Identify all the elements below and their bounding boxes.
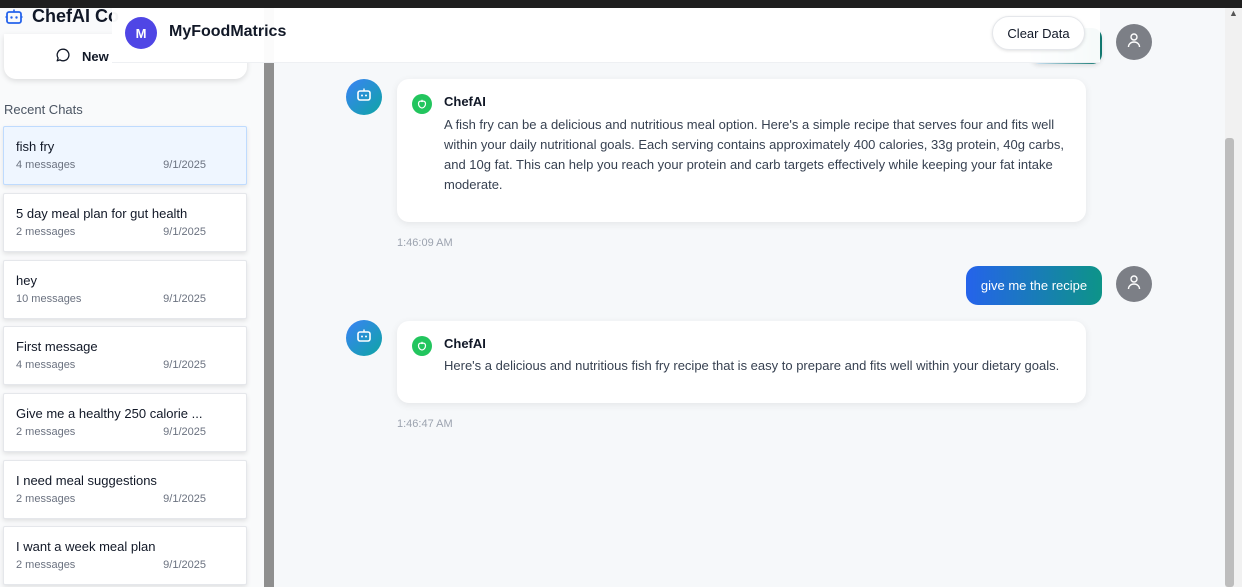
header: M MyFoodMatrics [112,8,1100,63]
user-message: give me the recipe [966,266,1102,305]
chat-item-fish-fry[interactable]: fish fry 4 messages 9/1/2025 [3,126,247,185]
scrollbar-thumb[interactable] [1225,138,1234,587]
chat-count: 2 messages [16,226,76,238]
user-avatar [1116,266,1152,302]
assistant-message-text: A fish fry can be a delicious and nutrit… [444,117,1065,192]
assistant-avatar [346,320,382,356]
chat-title: hey [16,273,37,288]
chat-item-hey[interactable]: hey 10 messages 9/1/2025 [3,260,247,319]
chat-item-meal-plan-gut[interactable]: 5 day meal plan for gut health 2 message… [3,193,247,252]
sidebar-title: ChefAI Co [4,8,119,27]
chat-date: 9/1/2025 [163,293,206,305]
assistant-message: ChefAI Here's a delicious and nutritious… [397,321,1086,403]
assistant-name: ChefAI [444,94,486,109]
chat-title: I need meal suggestions [16,473,157,488]
sidebar: ChefAI Co New Recent Chats fish fry 4 me… [0,8,264,587]
scroll-up-icon[interactable]: ▲ [1229,8,1238,18]
chat-date: 9/1/2025 [163,493,206,505]
chat-title: 5 day meal plan for gut health [16,206,188,221]
chat-date: 9/1/2025 [163,226,206,238]
chat-count: 2 messages [16,493,76,505]
chat-date: 9/1/2025 [163,159,206,171]
chat-count: 4 messages [16,159,76,171]
robot-icon [4,8,24,27]
chat-date: 9/1/2025 [163,359,206,371]
brand-avatar: M [125,17,157,49]
assistant-name: ChefAI [444,336,486,351]
chat-item-first-message[interactable]: First message 4 messages 9/1/2025 [3,326,247,385]
clear-data-button[interactable]: Clear Data [992,16,1085,50]
recent-chats-heading: Recent Chats [4,102,83,117]
chat-date: 9/1/2025 [163,559,206,571]
chat-date: 9/1/2025 [163,426,206,438]
apple-icon [412,336,432,356]
chat-count: 2 messages [16,426,76,438]
user-icon [1126,274,1142,295]
assistant-message: ChefAI A fish fry can be a delicious and… [397,79,1086,222]
assistant-message-text: Here's a delicious and nutritious fish f… [444,358,1060,373]
chat-title: I want a week meal plan [16,539,156,554]
brand-name: MyFoodMatrics [169,23,287,40]
assistant-avatar [346,79,382,115]
chat-title: First message [16,339,98,354]
chat-title: Give me a healthy 250 calorie ... [16,406,203,421]
chat-count: 2 messages [16,559,76,571]
new-chat-label: New [82,49,109,64]
robot-icon [356,329,372,348]
chat-item-healthy-250[interactable]: Give me a healthy 250 calorie ... 2 mess… [3,393,247,452]
sidebar-resize-handle[interactable] [264,8,274,587]
app-title: ChefAI Co [32,8,119,26]
chat-item-week-meal-plan[interactable]: I want a week meal plan 2 messages 9/1/20… [3,526,247,585]
user-avatar-top[interactable] [1116,24,1152,60]
message-circle-icon [56,48,70,65]
chat-item-meal-suggestions[interactable]: I need meal suggestions 2 messages 9/1/20… [3,460,247,519]
window-top-bar [0,0,1242,8]
robot-icon [356,88,372,107]
chat-title: fish fry [16,139,55,154]
user-icon [1126,32,1142,53]
apple-icon [412,94,432,114]
message-timestamp: 1:46:47 AM [397,418,453,430]
chat-count: 10 messages [16,293,82,305]
message-timestamp: 1:46:09 AM [397,237,453,249]
chat-count: 4 messages [16,359,76,371]
scrollbar[interactable]: ▲ [1225,8,1242,587]
